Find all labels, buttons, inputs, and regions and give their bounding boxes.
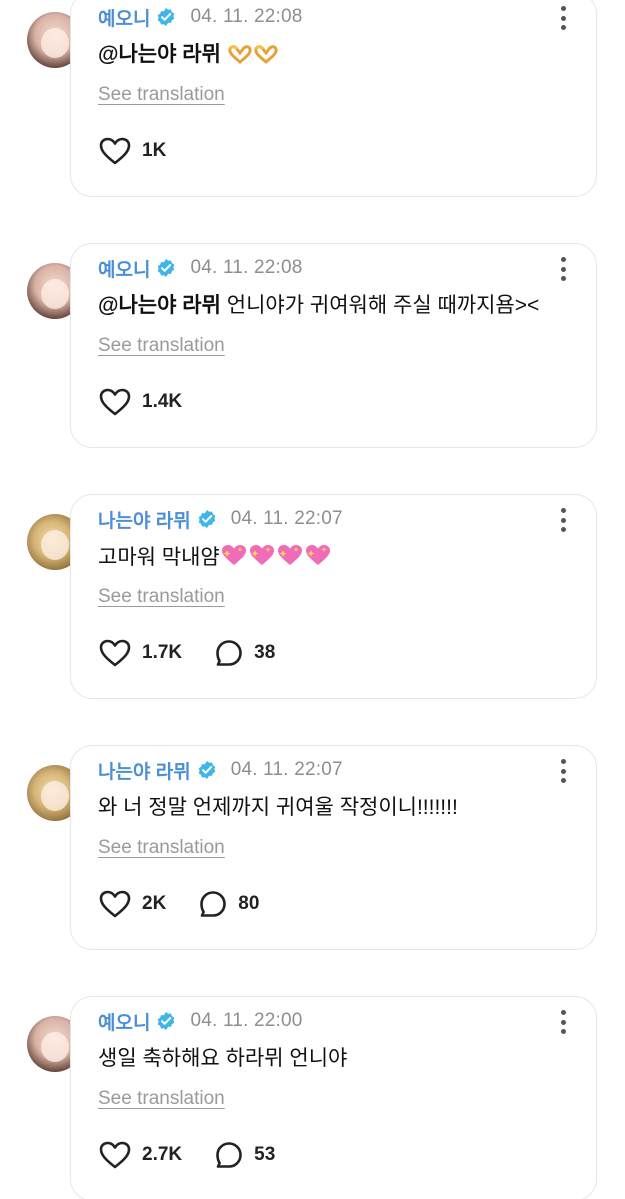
more-options-icon[interactable]: [558, 508, 568, 532]
verified-badge-icon: [158, 8, 175, 26]
author-name[interactable]: 나는야 라뮈: [98, 757, 191, 784]
comment-post: 예오니 04. 11. 22:08 @나는야 라뮈 See translatio…: [0, 0, 625, 232]
more-options-icon[interactable]: [558, 759, 568, 783]
comment-header: 나는야 라뮈 04. 11. 22:07: [98, 506, 343, 532]
sparkling-heart-emoji: [277, 545, 302, 565]
comment-post: 나는야 라뮈 04. 11. 22:07 고마워 막내얌 See transla…: [0, 494, 625, 734]
comment-bubble-icon: [200, 891, 227, 917]
comment-feed: 예오니 04. 11. 22:08 @나는야 라뮈 See translatio…: [0, 0, 625, 1199]
sparkling-heart-emoji: [249, 545, 274, 565]
comment-post: 나는야 라뮈 04. 11. 22:07 와 너 정말 언제까지 귀여울 작정이…: [0, 745, 625, 985]
comment-bubble-icon: [216, 1142, 242, 1168]
comment-post: 예오니 04. 11. 22:08 @나는야 라뮈 언니야가 귀여워해 주실 때…: [0, 243, 625, 483]
author-name[interactable]: 예오니: [98, 255, 150, 282]
comment-card: 예오니 04. 11. 22:08 @나는야 라뮈 언니야가 귀여워해 주실 때…: [70, 243, 597, 448]
verified-badge-icon: [198, 761, 215, 779]
sparkling-heart-emoji: [221, 545, 246, 565]
heart-hands-emoji: [254, 45, 278, 64]
see-translation-link[interactable]: See translation: [98, 586, 225, 608]
timestamp: 04. 11. 22:08: [190, 6, 303, 27]
comment-actions: 1.4K: [98, 387, 214, 417]
comment-header: 예오니 04. 11. 22:08: [98, 4, 303, 30]
heart-icon: [99, 388, 131, 416]
mention-link[interactable]: @나는야 라뮈: [98, 294, 221, 317]
comment-text: 생일 축하해요 하라뮈 언니야: [98, 1045, 347, 1073]
comment-header: 예오니 04. 11. 22:08: [98, 255, 303, 281]
comment-count: 80: [238, 893, 260, 914]
more-options-icon[interactable]: [558, 1010, 568, 1034]
comment-card: 나는야 라뮈 04. 11. 22:07 와 너 정말 언제까지 귀여울 작정이…: [70, 745, 597, 950]
author-name[interactable]: 나는야 라뮈: [98, 506, 191, 533]
see-translation-link[interactable]: See translation: [98, 837, 225, 859]
heart-icon: [99, 639, 131, 667]
comment-card: 예오니 04. 11. 22:08 @나는야 라뮈 See translatio…: [70, 0, 597, 197]
verified-badge-icon: [198, 510, 215, 528]
comment-count: 38: [254, 642, 276, 663]
heart-icon: [99, 137, 131, 165]
timestamp: 04. 11. 22:00: [190, 1010, 303, 1031]
more-options-icon[interactable]: [558, 257, 568, 281]
like-button[interactable]: 2.7K: [98, 1140, 182, 1170]
sparkling-heart-emoji: [305, 545, 330, 565]
comment-bubble-icon: [216, 640, 242, 666]
reply-button[interactable]: 80: [198, 889, 259, 919]
comment-actions: 2K 80: [98, 889, 291, 919]
comment-header: 예오니 04. 11. 22:00: [98, 1008, 303, 1034]
like-button[interactable]: 1.4K: [98, 387, 182, 417]
comment-text: 와 너 정말 언제까지 귀여울 작정이니!!!!!!!: [98, 794, 458, 822]
like-button[interactable]: 2K: [98, 889, 166, 919]
verified-badge-icon: [158, 259, 175, 277]
comment-actions: 1K: [98, 136, 198, 166]
author-name[interactable]: 예오니: [98, 1008, 150, 1035]
see-translation-link[interactable]: See translation: [98, 84, 225, 106]
comment-body: 고마워 막내얌: [98, 546, 220, 569]
reply-button[interactable]: 38: [214, 638, 275, 668]
see-translation-link[interactable]: See translation: [98, 335, 225, 357]
heart-icon: [99, 890, 131, 918]
reply-button[interactable]: 53: [214, 1140, 275, 1170]
comment-post: 예오니 04. 11. 22:00 생일 축하해요 하라뮈 언니야 See tr…: [0, 996, 625, 1199]
comment-text: @나는야 라뮈 언니야가 귀여워해 주실 때까지욤><: [98, 292, 539, 320]
comment-card: 나는야 라뮈 04. 11. 22:07 고마워 막내얌 See transla…: [70, 494, 597, 699]
comment-actions: 1.7K 38: [98, 638, 307, 668]
like-count: 1.4K: [142, 391, 183, 412]
see-translation-link[interactable]: See translation: [98, 1088, 225, 1110]
more-options-icon[interactable]: [558, 6, 568, 30]
like-count: 1K: [142, 140, 167, 161]
comment-card: 예오니 04. 11. 22:00 생일 축하해요 하라뮈 언니야 See tr…: [70, 996, 597, 1199]
mention-link[interactable]: @나는야 라뮈: [98, 43, 221, 66]
comment-text: 고마워 막내얌: [98, 543, 332, 572]
timestamp: 04. 11. 22:07: [230, 508, 343, 529]
like-count: 1.7K: [142, 642, 183, 663]
comment-count: 53: [254, 1144, 276, 1165]
like-count: 2K: [142, 893, 167, 914]
timestamp: 04. 11. 22:08: [190, 257, 303, 278]
heart-hands-emoji: [228, 45, 252, 64]
author-name[interactable]: 예오니: [98, 4, 150, 31]
comment-body: 와 너 정말 언제까지 귀여울 작정이니!!!!!!!: [98, 796, 458, 819]
comment-text: @나는야 라뮈: [98, 41, 279, 69]
verified-badge-icon: [158, 1012, 175, 1030]
like-button[interactable]: 1.7K: [98, 638, 182, 668]
comment-body: 생일 축하해요 하라뮈 언니야: [98, 1047, 348, 1070]
timestamp: 04. 11. 22:07: [230, 759, 343, 780]
heart-icon: [99, 1141, 131, 1169]
comment-body: 언니야가 귀여워해 주실 때까지욤><: [226, 294, 540, 317]
like-count: 2.7K: [142, 1144, 183, 1165]
comment-header: 나는야 라뮈 04. 11. 22:07: [98, 757, 343, 783]
comment-actions: 2.7K 53: [98, 1140, 307, 1170]
like-button[interactable]: 1K: [98, 136, 166, 166]
